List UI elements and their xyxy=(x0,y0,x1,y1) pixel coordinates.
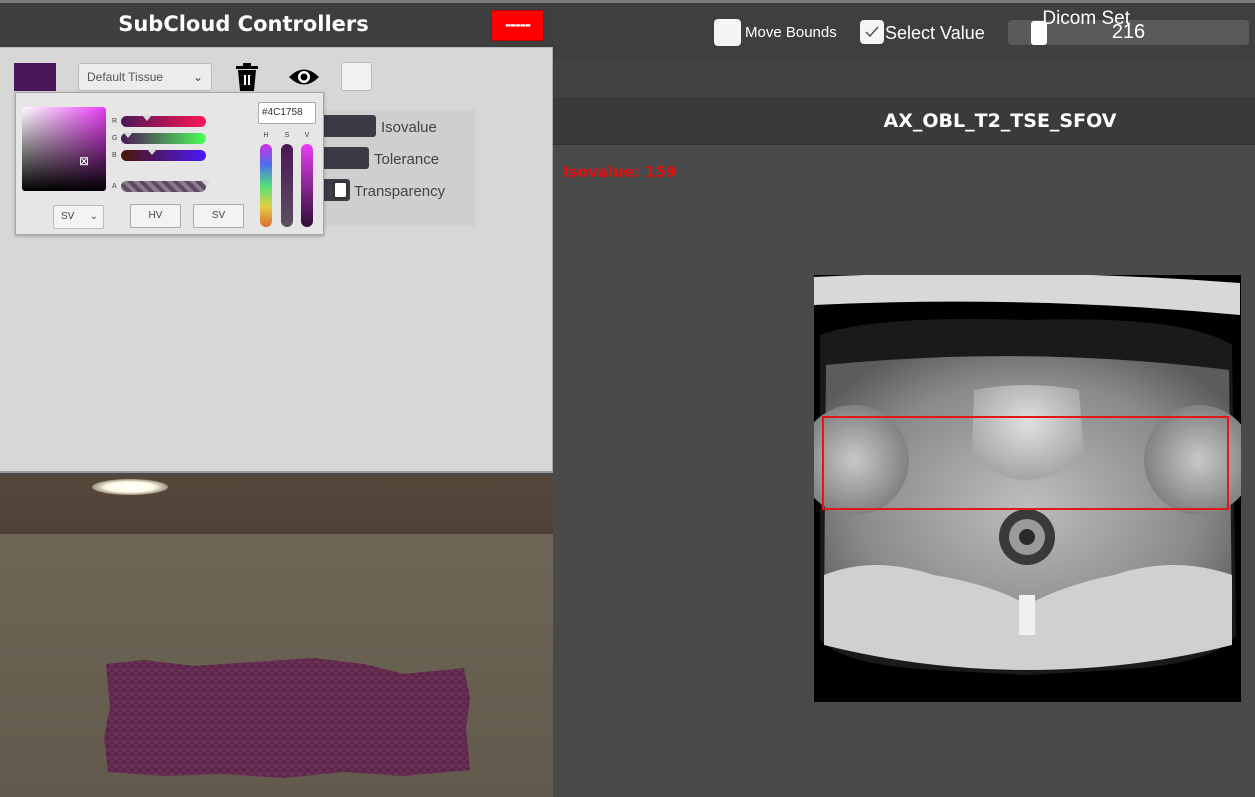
isovalue-label: Isovalue xyxy=(381,119,437,136)
series-name: AX_OBL_T2_TSE_SFOV xyxy=(883,110,1117,132)
tissue-fields-card: Isovalue Tolerance Transparency xyxy=(322,110,475,226)
saturation-slider[interactable] xyxy=(281,144,293,227)
3d-viewport[interactable] xyxy=(0,476,553,797)
picker-mode-value: SV xyxy=(61,211,75,222)
isovalue-readout: Isovalue: 159 xyxy=(563,163,677,181)
hex-color-input[interactable]: #4C1758 xyxy=(258,102,316,124)
hv-mode-button[interactable]: HV xyxy=(130,204,181,228)
isovalue-field[interactable] xyxy=(322,115,376,137)
tolerance-label: Tolerance xyxy=(374,151,440,168)
roi-bounds-box[interactable] xyxy=(822,416,1229,510)
red-slider-handle[interactable] xyxy=(142,115,152,121)
blank-option-button[interactable] xyxy=(341,62,372,91)
tolerance-field[interactable] xyxy=(322,147,369,169)
blue-channel-slider[interactable] xyxy=(121,149,206,161)
tissue-dropdown[interactable]: Default Tissue ⌄ xyxy=(78,63,212,91)
hue-label: H xyxy=(263,132,269,139)
tissue-dropdown-value: Default Tissue xyxy=(87,70,164,84)
app-root: SubCloud Controllers ----- Default Tissu… xyxy=(0,0,1255,797)
point-cloud-render xyxy=(104,658,470,778)
dicom-set-bar xyxy=(553,61,1255,97)
channel-label-b: B xyxy=(112,152,117,159)
saturation-value-area[interactable]: ⊠ xyxy=(22,107,106,191)
sv-mode-button[interactable]: SV xyxy=(193,204,244,228)
chevron-down-icon: ⌄ xyxy=(89,211,98,222)
picker-mode-dropdown[interactable]: SV ⌄ xyxy=(53,205,104,229)
crosshair-icon[interactable]: ⊠ xyxy=(78,155,90,167)
dicom-set-label: Dicom Set xyxy=(1042,8,1130,29)
red-channel-slider[interactable] xyxy=(121,115,206,127)
delete-button[interactable] xyxy=(234,62,260,92)
saturation-label: S xyxy=(284,132,290,139)
chevron-down-icon: ⌄ xyxy=(192,70,203,84)
transparency-label: Transparency xyxy=(354,183,446,200)
alpha-slider-handle[interactable] xyxy=(201,180,211,186)
transparency-toggle[interactable] xyxy=(333,181,348,199)
hue-slider[interactable] xyxy=(260,144,272,227)
value-label: V xyxy=(304,132,310,139)
ceiling-light xyxy=(92,479,168,495)
tissue-color-swatch[interactable] xyxy=(14,63,56,91)
blue-slider-handle[interactable] xyxy=(147,149,157,155)
ceiling xyxy=(0,476,553,534)
channel-label-a: A xyxy=(112,183,117,190)
controller-panel: Default Tissue ⌄ Isovalue Tolerance Tran… xyxy=(0,47,553,473)
green-channel-slider[interactable] xyxy=(121,132,206,144)
eye-icon xyxy=(289,69,319,85)
color-picker: ⊠ R G B A #4C1758 H S V SV ⌄ HV SV xyxy=(15,92,324,235)
channel-label-r: R xyxy=(112,118,118,125)
green-slider-handle[interactable] xyxy=(123,132,133,138)
alpha-channel-slider[interactable] xyxy=(121,180,211,192)
channel-label-g: G xyxy=(112,135,118,142)
visibility-toggle[interactable] xyxy=(288,66,320,88)
trash-icon xyxy=(236,63,258,91)
value-slider[interactable] xyxy=(301,144,313,227)
